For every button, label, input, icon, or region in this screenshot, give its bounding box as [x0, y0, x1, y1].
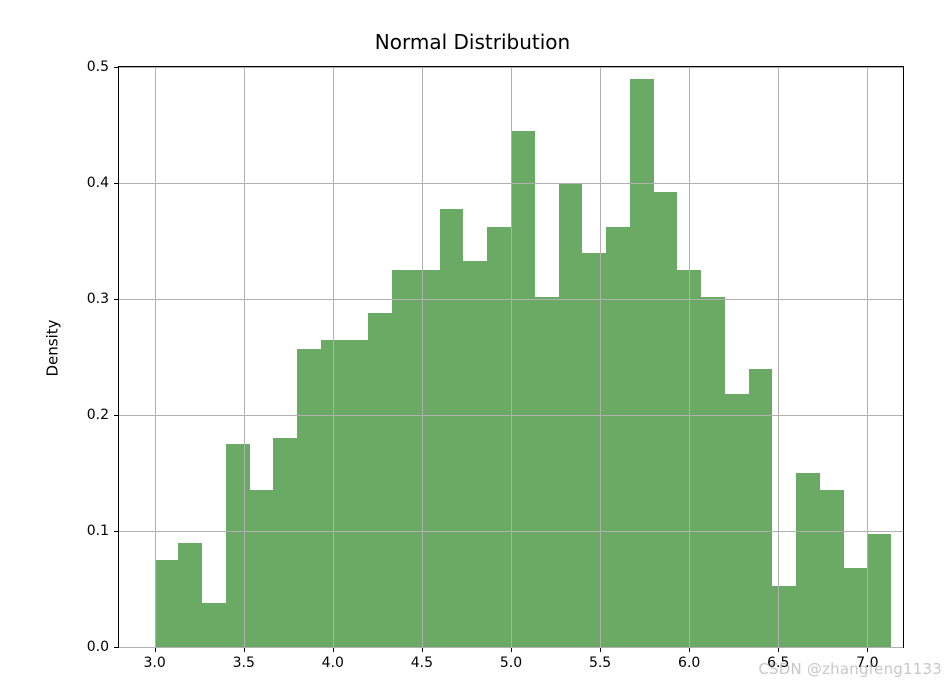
y-tick: [114, 67, 119, 68]
histogram-bar: [701, 297, 725, 647]
histogram-bar: [202, 603, 226, 647]
histogram-bar: [654, 192, 678, 647]
histogram-bar: [297, 349, 321, 647]
histogram-bar: [820, 490, 844, 647]
y-tick-label: 0.3: [87, 291, 109, 307]
x-tick-label: 4.5: [411, 655, 433, 671]
histogram-bar: [535, 297, 559, 647]
histogram-bar: [867, 534, 891, 647]
x-tick-label: 5.5: [589, 655, 611, 671]
histogram-bar: [273, 438, 297, 647]
grid-horizontal: [119, 183, 903, 184]
watermark-text: CSDN @zhangfeng1133: [758, 660, 942, 678]
grid-vertical: [422, 67, 423, 647]
grid-vertical: [333, 67, 334, 647]
y-tick: [114, 647, 119, 648]
histogram-bar: [368, 313, 392, 647]
grid-vertical: [689, 67, 690, 647]
y-tick: [114, 531, 119, 532]
x-tick-label: 3.0: [143, 655, 165, 671]
y-tick-label: 0.5: [87, 59, 109, 75]
y-tick: [114, 299, 119, 300]
grid-horizontal: [119, 647, 903, 648]
grid-vertical: [511, 67, 512, 647]
histogram-bar: [345, 340, 369, 647]
y-tick: [114, 415, 119, 416]
histogram-bar: [796, 473, 820, 647]
plot-area: 3.03.54.04.55.05.56.06.57.00.00.10.20.30…: [118, 66, 904, 648]
histogram-bar: [155, 560, 179, 647]
grid-vertical: [867, 67, 868, 647]
histogram-bar: [511, 131, 535, 647]
grid-vertical: [778, 67, 779, 647]
x-tick-label: 3.5: [233, 655, 255, 671]
y-tick-label: 0.0: [87, 639, 109, 655]
grid-vertical: [244, 67, 245, 647]
histogram-bar: [392, 270, 416, 647]
histogram-bar: [630, 79, 654, 647]
grid-horizontal: [119, 67, 903, 68]
x-tick-label: 6.0: [678, 655, 700, 671]
grid-vertical: [155, 67, 156, 647]
chart-title: Normal Distribution: [0, 30, 945, 54]
grid-horizontal: [119, 415, 903, 416]
histogram-bar: [582, 253, 606, 647]
grid-horizontal: [119, 299, 903, 300]
histogram-bar: [749, 369, 773, 647]
histogram-bar: [250, 490, 274, 647]
y-tick-label: 0.2: [87, 407, 109, 423]
grid-vertical: [600, 67, 601, 647]
x-tick-label: 5.0: [500, 655, 522, 671]
y-axis-label: Density: [44, 319, 62, 376]
histogram-bar: [487, 227, 511, 647]
grid-horizontal: [119, 531, 903, 532]
histogram-bar: [440, 209, 464, 647]
histogram-bar: [226, 444, 250, 647]
y-tick: [114, 183, 119, 184]
histogram-bar: [463, 261, 487, 647]
y-tick-label: 0.4: [87, 175, 109, 191]
histogram-bar: [178, 543, 202, 647]
histogram-bar: [606, 227, 630, 647]
histogram-bar: [416, 270, 440, 647]
x-tick-label: 4.0: [322, 655, 344, 671]
histogram-bar: [844, 568, 868, 647]
histogram-bar: [725, 394, 749, 647]
y-tick-label: 0.1: [87, 523, 109, 539]
chart-container: Normal Distribution Density 3.03.54.04.5…: [0, 0, 945, 696]
histogram-bar: [772, 586, 796, 647]
